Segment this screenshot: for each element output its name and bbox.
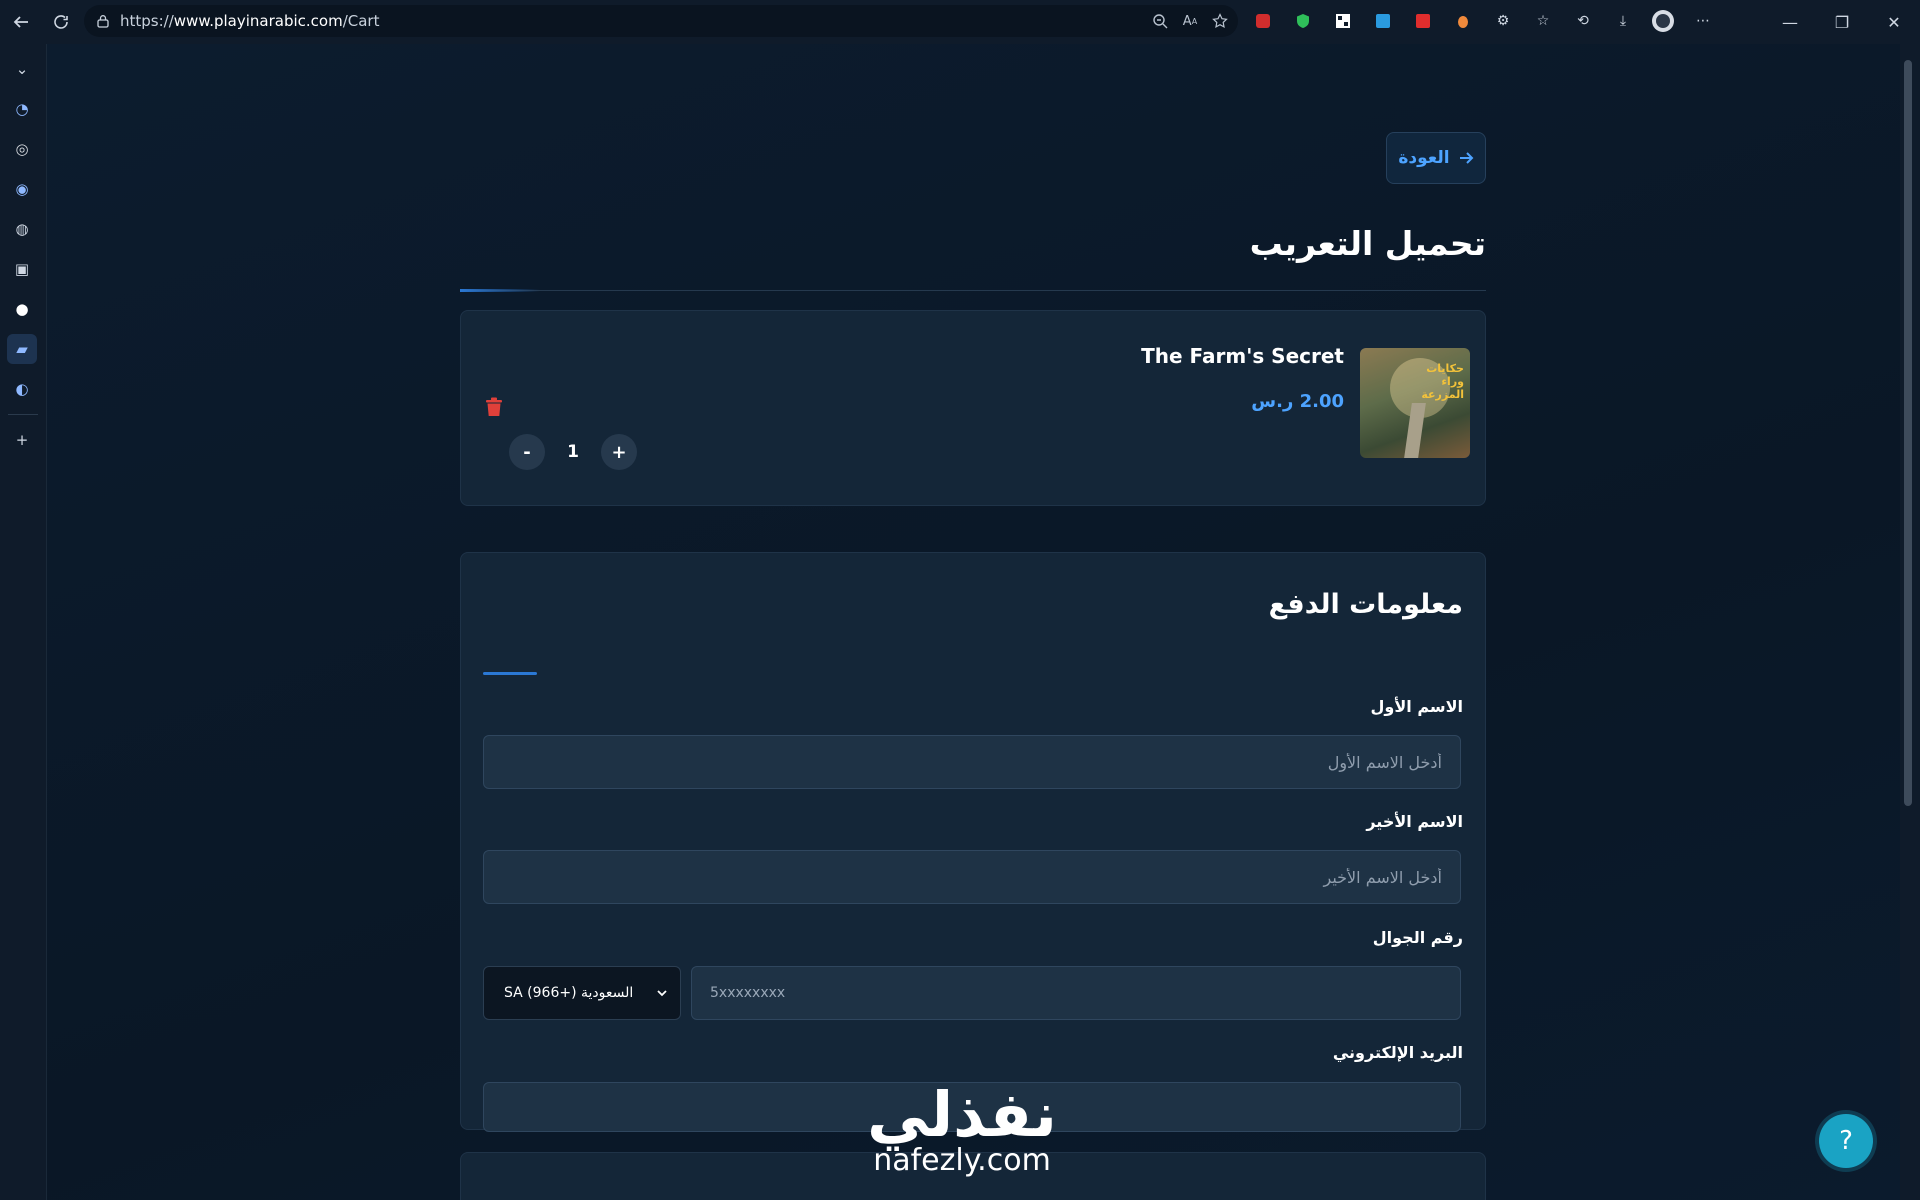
product-name[interactable]: The Farm's Secret	[1141, 344, 1344, 368]
product-price: 2.00 ر.س	[1251, 391, 1344, 412]
profile-avatar-icon[interactable]	[1650, 8, 1676, 34]
chevron-down-icon	[657, 990, 667, 997]
sidebar-app-blue-icon[interactable]: ◐	[7, 374, 37, 404]
sidebar-app-globe-icon[interactable]: ◍	[7, 214, 37, 244]
zoom-icon[interactable]	[1150, 11, 1170, 31]
read-aloud-icon[interactable]: AA	[1180, 11, 1200, 31]
first-name-input[interactable]	[483, 735, 1461, 789]
thumbnail-title-art: حكايات وراء المزرعة	[1421, 362, 1464, 401]
page-scrollbar-thumb[interactable]	[1904, 60, 1912, 806]
quantity-value: 1	[567, 442, 579, 462]
minimize-icon[interactable]: —	[1764, 0, 1816, 44]
address-bar[interactable]: https://www.playinarabic.com/Cart AA	[84, 5, 1238, 37]
first-name-label: الاسم الأول	[1370, 697, 1463, 716]
back-arrow-icon[interactable]	[6, 7, 36, 37]
increase-quantity-button[interactable]: +	[601, 434, 637, 470]
next-section-card	[460, 1152, 1486, 1200]
phone-input[interactable]	[691, 966, 1461, 1020]
close-window-icon[interactable]: ✕	[1868, 0, 1920, 44]
url-prefix: https://	[120, 12, 174, 30]
back-button[interactable]: العودة	[1386, 132, 1486, 184]
collapse-chevron-icon[interactable]: ⌄	[7, 54, 37, 84]
extensions-puzzle-icon[interactable]: ⚙	[1490, 8, 1516, 34]
back-button-label: العودة	[1398, 148, 1450, 168]
extension-pdf-icon[interactable]	[1410, 8, 1436, 34]
sidebar-add-icon[interactable]: +	[7, 425, 37, 455]
url-path: /Cart	[342, 12, 380, 30]
history-icon[interactable]: ⟲	[1570, 8, 1596, 34]
phone-label: رقم الجوال	[1372, 928, 1463, 947]
extension-shield-icon[interactable]	[1290, 8, 1316, 34]
sidebar-app-github-icon[interactable]: ●	[7, 294, 37, 324]
help-button[interactable]: ?	[1819, 1114, 1873, 1168]
title-divider-accent	[460, 289, 540, 292]
cart-item-card: حكايات وراء المزرعة The Farm's Secret 2.…	[460, 310, 1486, 506]
restore-icon[interactable]: ❐	[1816, 0, 1868, 44]
url-host: www.playinarabic.com	[173, 12, 343, 30]
page-viewport: العودة تحميل التعريب حكايات وراء المزرعة…	[47, 44, 1900, 1200]
payment-section-title: معلومات الدفع	[1268, 589, 1463, 620]
decrease-quantity-button[interactable]: -	[509, 434, 545, 470]
trash-icon[interactable]	[485, 397, 503, 417]
email-input[interactable]	[483, 1082, 1461, 1132]
payment-title-accent	[483, 672, 537, 675]
quantity-stepper: - 1 +	[509, 434, 637, 470]
sidebar-app-calendar-icon[interactable]: ▣	[7, 254, 37, 284]
browser-toolbar: https://www.playinarabic.com/Cart AA ⚙ ☆…	[0, 0, 1920, 44]
last-name-label: الاسم الأخير	[1366, 812, 1463, 831]
favorite-star-icon[interactable]	[1210, 11, 1230, 31]
lock-icon	[97, 15, 109, 28]
downloads-icon[interactable]: ⤓	[1610, 8, 1636, 34]
arrow-right-icon	[1459, 152, 1474, 164]
page-title: تحميل التعريب	[1249, 224, 1486, 263]
favorites-icon[interactable]: ☆	[1530, 8, 1556, 34]
sidebar-divider	[8, 414, 38, 415]
last-name-input[interactable]	[483, 850, 1461, 904]
title-divider	[460, 290, 1486, 291]
email-label: البريد الإلكتروني	[1332, 1043, 1463, 1062]
sidebar-app-chatgpt-icon[interactable]: ◎	[7, 134, 37, 164]
country-code-select[interactable]: SA (966+) السعودية	[483, 966, 681, 1020]
country-code-value: SA (966+) السعودية	[504, 985, 634, 1001]
sidebar-app-playinarabic-icon[interactable]: ▰	[7, 334, 37, 364]
product-thumbnail[interactable]: حكايات وراء المزرعة	[1360, 348, 1470, 458]
extension-translate-icon[interactable]	[1370, 8, 1396, 34]
extension-fire-icon[interactable]	[1450, 8, 1476, 34]
extension-red-icon[interactable]	[1250, 8, 1276, 34]
extension-qr-icon[interactable]	[1330, 8, 1356, 34]
sidebar-app-copilot-icon[interactable]: ◔	[7, 94, 37, 124]
refresh-icon[interactable]	[46, 7, 76, 37]
sidebar-app-circle-icon[interactable]: ◉	[7, 174, 37, 204]
payment-info-card: معلومات الدفع الاسم الأول الاسم الأخير ر…	[460, 552, 1486, 1132]
browser-sidebar: ⌄ ◔ ◎ ◉ ◍ ▣ ● ▰ ◐ +	[0, 44, 47, 1200]
more-menu-icon[interactable]: ⋯	[1690, 8, 1716, 34]
